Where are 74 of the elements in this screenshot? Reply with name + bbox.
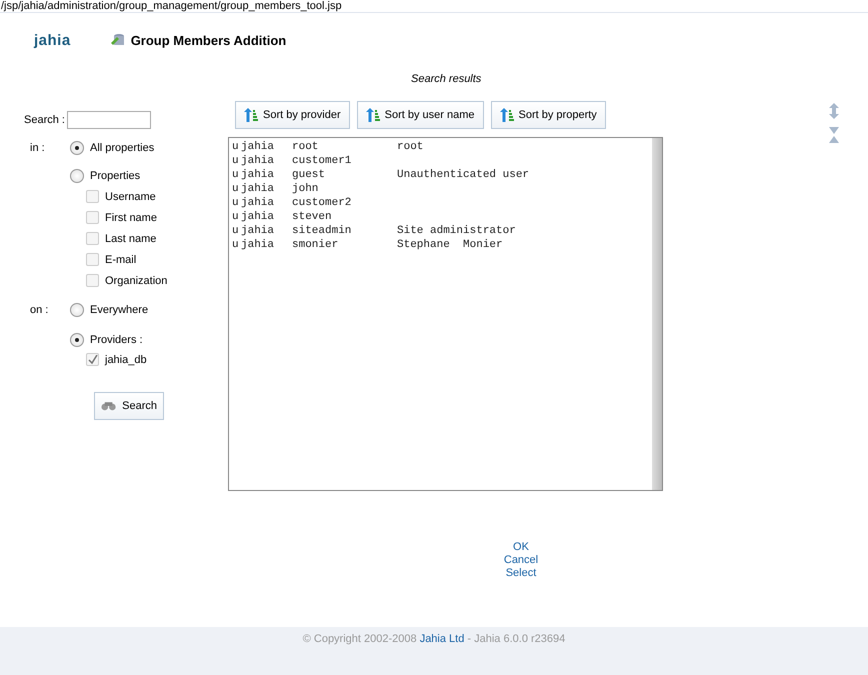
copyright-text: © Copyright 2002-2008 [302, 633, 418, 645]
result-property: root [397, 140, 424, 154]
option-label: Providers : [90, 334, 143, 346]
page-title: Group Members Addition [130, 32, 286, 48]
action-link[interactable]: Select [506, 567, 536, 580]
search-label: Search : [24, 114, 66, 126]
result-type: u [232, 182, 240, 196]
option-label: All properties [90, 142, 154, 154]
result-provider: jahia [241, 140, 276, 154]
result-provider: jahia [241, 196, 276, 210]
checkbox[interactable] [86, 211, 99, 224]
company-link[interactable]: Jahia Ltd [420, 633, 464, 646]
option-label: Everywhere [90, 304, 148, 316]
sort-icon [366, 108, 380, 122]
result-name: guest [292, 168, 326, 182]
results-title: Search results [411, 73, 482, 85]
result-type: u [232, 154, 240, 168]
checkbox-label: Organization [105, 274, 168, 286]
search-button[interactable]: Search [94, 392, 164, 420]
collapse-arrows-icon[interactable] [829, 127, 839, 143]
result-type: u [232, 168, 240, 182]
sort-button[interactable]: Sort by provider [235, 101, 350, 129]
result-provider: jahia [241, 238, 276, 252]
version-text: - Jahia 6.0.0 r23694 [466, 633, 566, 645]
result-provider: jahia [241, 168, 276, 182]
checkbox[interactable] [86, 232, 99, 245]
sort-icon [244, 108, 258, 122]
checkbox[interactable] [86, 190, 99, 203]
result-name: steven [292, 210, 333, 224]
action-link[interactable]: Cancel [504, 554, 538, 567]
result-type: u [232, 140, 240, 154]
result-name: root [292, 140, 320, 154]
result-provider: jahia [241, 182, 276, 196]
result-name: customer1 [292, 154, 352, 168]
checkbox-label: jahia_db [105, 354, 147, 366]
sort-button[interactable]: Sort by user name [356, 101, 484, 129]
sort-button[interactable]: Sort by property [490, 101, 606, 129]
on-label: on : [30, 304, 50, 316]
result-type: u [232, 224, 240, 238]
result-provider: jahia [241, 224, 276, 238]
radio-button[interactable] [70, 303, 84, 317]
result-name: smonier [292, 238, 340, 252]
checkbox-label: Last name [105, 232, 156, 244]
result-provider: jahia [241, 154, 276, 168]
result-provider: jahia [241, 210, 276, 224]
up-down-arrow-icon[interactable] [829, 103, 839, 119]
result-type: u [232, 210, 240, 224]
checkbox[interactable] [86, 353, 99, 366]
results-list[interactable]: u jahia root root u jahia customer1 u jahia guest Unauthenticated user u jahia john u jahia customer2 u jahia steven u jahia siteadmin Site administrator u jahia smonier Stephane Monier [228, 137, 663, 491]
result-property: Stephane Monier [397, 238, 504, 252]
logo: jahia [34, 32, 71, 48]
sort-icon [500, 108, 514, 122]
checkbox-label: E-mail [105, 254, 136, 266]
result-property: Unauthenticated user [397, 168, 530, 182]
checkbox[interactable] [86, 274, 99, 287]
action-link[interactable]: OK [513, 541, 529, 554]
result-type: u [232, 196, 240, 210]
radio-button[interactable] [70, 141, 84, 155]
radio-button[interactable] [70, 169, 84, 183]
scrollbar[interactable] [652, 138, 662, 490]
checkbox-label: First name [105, 212, 157, 224]
search-field[interactable] [67, 111, 151, 129]
option-label: Properties [90, 170, 140, 182]
in-label: in : [30, 142, 46, 154]
result-property: Site administrator [397, 224, 517, 238]
binoculars-icon [101, 401, 116, 411]
result-type: u [232, 238, 240, 252]
radio-button[interactable] [70, 333, 84, 347]
checkbox[interactable] [86, 253, 99, 266]
result-name: john [292, 182, 320, 196]
checkbox-label: Username [105, 190, 156, 202]
result-name: siteadmin [292, 224, 352, 238]
result-name: customer2 [292, 196, 352, 210]
database-icon [110, 33, 125, 47]
